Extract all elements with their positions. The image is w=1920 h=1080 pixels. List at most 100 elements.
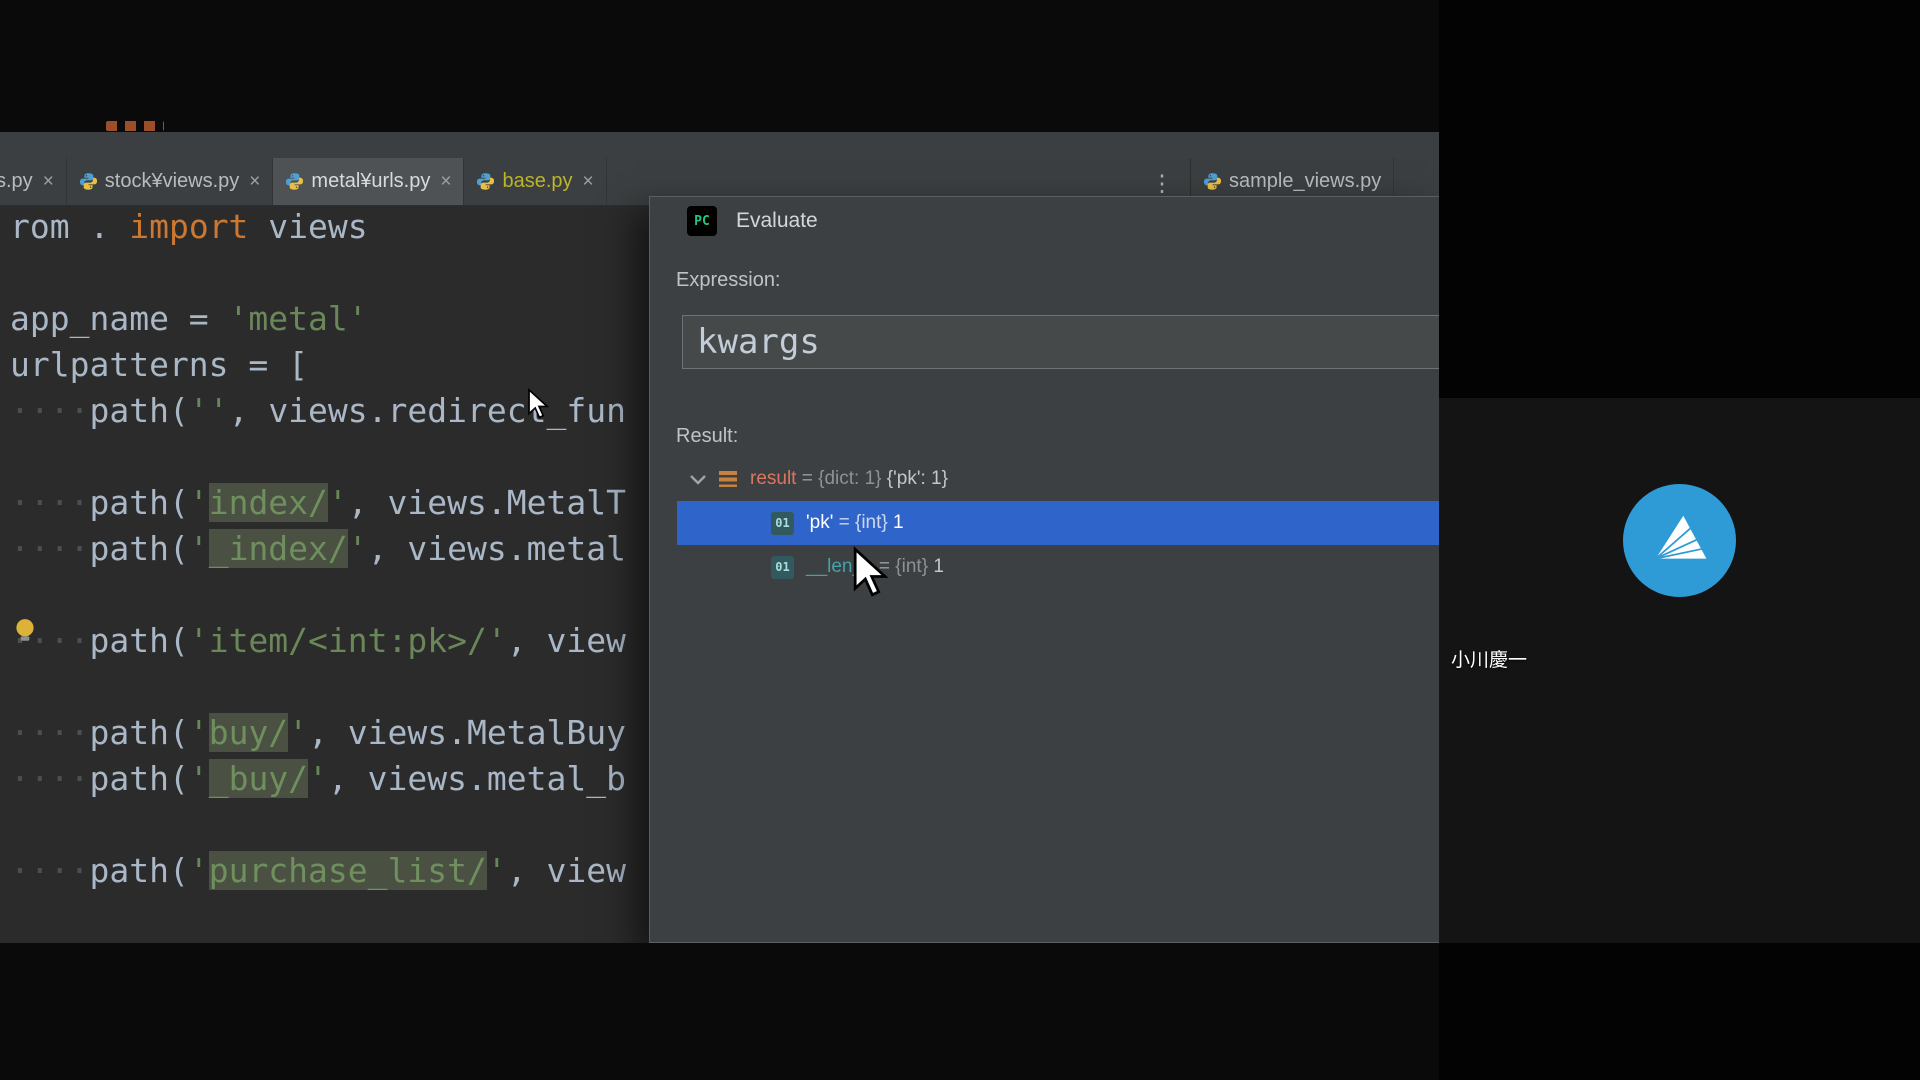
clipped-text-fragment bbox=[106, 121, 164, 131]
code-line[interactable] bbox=[10, 894, 626, 940]
code-segment: ' bbox=[308, 759, 328, 798]
intention-bulb-icon[interactable] bbox=[12, 617, 38, 650]
code-segment: , view bbox=[507, 851, 626, 890]
code-line[interactable]: ····path(' bbox=[10, 940, 626, 943]
code-segment: _buy/ bbox=[209, 759, 308, 798]
code-segment: ' bbox=[328, 483, 348, 522]
variable-type: {dict: 1} bbox=[818, 468, 887, 490]
code-segment: ' bbox=[189, 529, 209, 568]
tab-label: metal¥urls.py bbox=[311, 170, 430, 193]
code-line[interactable]: ····path('_buy/', views.metal_b bbox=[10, 756, 626, 802]
editor-tab-bar: s.py×stock¥views.py×metal¥urls.py×base.p… bbox=[0, 132, 1439, 206]
code-line[interactable] bbox=[10, 664, 626, 710]
code-segment: buy/ bbox=[209, 713, 288, 752]
result-label: Result: bbox=[676, 425, 738, 448]
tab-s.py[interactable]: s.py × bbox=[0, 158, 67, 205]
tree-row-result[interactable]: result = {dict: 1} {'pk': 1} bbox=[677, 457, 1439, 501]
variable-value: 1 bbox=[893, 512, 904, 534]
expression-input[interactable]: kwargs bbox=[682, 315, 1439, 369]
tree-row-pk[interactable]: 01'pk' = {int} 1 bbox=[677, 501, 1439, 545]
dialog-title: Evaluate bbox=[736, 209, 818, 233]
code-segment: purchase_list/ bbox=[209, 851, 487, 890]
equals-sign: = bbox=[833, 512, 855, 534]
code-segment: path( bbox=[89, 713, 188, 752]
code-segment: views bbox=[248, 207, 367, 246]
mouse-cursor bbox=[852, 546, 888, 604]
code-segment: path( bbox=[89, 759, 188, 798]
expression-value: kwargs bbox=[697, 322, 820, 362]
code-segment: ···· bbox=[10, 759, 89, 798]
code-segment: ' bbox=[189, 759, 209, 798]
code-line[interactable]: urlpatterns = [ bbox=[10, 342, 626, 388]
code-segment: path( bbox=[89, 391, 188, 430]
code-segment: '' bbox=[189, 391, 229, 430]
code-segment: rom . bbox=[10, 207, 129, 246]
result-tree: result = {dict: 1} {'pk': 1}01'pk' = {in… bbox=[677, 457, 1439, 589]
code-line[interactable]: app_name = 'metal' bbox=[10, 296, 626, 342]
tab-group-left: s.py×stock¥views.py×metal¥urls.py×base.p… bbox=[0, 158, 607, 205]
python-file-icon bbox=[1203, 172, 1222, 191]
expander-chevron-icon[interactable] bbox=[689, 474, 719, 485]
expression-label: Expression: bbox=[676, 269, 781, 292]
code-line[interactable]: ····path('item/<int:pk>/', view bbox=[10, 618, 626, 664]
code-segment: , views.redirect_fun bbox=[229, 391, 626, 430]
tab-close-icon[interactable]: × bbox=[249, 172, 260, 191]
tab-close-icon[interactable]: × bbox=[43, 172, 54, 191]
variable-type: {int} bbox=[855, 512, 893, 534]
code-line[interactable] bbox=[10, 250, 626, 296]
variable-type: {int} bbox=[895, 556, 933, 578]
code-segment: 'item/<int:pk>/' bbox=[189, 621, 507, 660]
dict-variable-icon bbox=[719, 471, 737, 487]
video-call-stage: s.py×stock¥views.py×metal¥urls.py×base.p… bbox=[0, 0, 1920, 1080]
code-segment: ···· bbox=[10, 851, 89, 890]
code-segment: , views.MetalBuy bbox=[308, 713, 626, 752]
code-line[interactable]: ····path('_index/', views.metal bbox=[10, 526, 626, 572]
int-variable-icon: 01 bbox=[771, 512, 794, 535]
code-segment: , views.MetalT bbox=[348, 483, 626, 522]
code-segment: ' bbox=[189, 713, 209, 752]
python-file-icon bbox=[285, 172, 304, 191]
screen-share-region: s.py×stock¥views.py×metal¥urls.py×base.p… bbox=[0, 132, 1439, 943]
equals-sign: = bbox=[796, 468, 818, 490]
code-line[interactable] bbox=[10, 434, 626, 480]
code-segment: , view bbox=[507, 621, 626, 660]
code-line[interactable]: ····path('index/', views.MetalT bbox=[10, 480, 626, 526]
tab-close-icon[interactable]: × bbox=[583, 172, 594, 191]
code-line[interactable] bbox=[10, 802, 626, 848]
code-segment: _index/ bbox=[209, 529, 348, 568]
code-line[interactable] bbox=[10, 572, 626, 618]
tab-label: stock¥views.py bbox=[105, 170, 240, 193]
code-segment: ···· bbox=[10, 391, 89, 430]
code-segment: ' bbox=[348, 529, 368, 568]
code-segment: path( bbox=[89, 483, 188, 522]
pycharm-logo-icon: PC bbox=[687, 206, 717, 236]
tab-close-icon[interactable]: × bbox=[440, 172, 451, 191]
python-file-icon bbox=[79, 172, 98, 191]
int-variable-icon: 01 bbox=[771, 556, 794, 579]
code-segment: path( bbox=[89, 529, 188, 568]
code-line[interactable]: ····path('buy/', views.MetalBuy bbox=[10, 710, 626, 756]
tab-label: s.py bbox=[0, 170, 33, 193]
code-segment: ' bbox=[189, 851, 209, 890]
python-file-icon bbox=[476, 172, 495, 191]
tree-row-__len__[interactable]: 01__len__ = {int} 1 bbox=[677, 545, 1439, 589]
code-segment: app_name = bbox=[10, 299, 229, 338]
code-segment: index/ bbox=[209, 483, 328, 522]
code-segment: , views.metal_b bbox=[328, 759, 626, 798]
code-segment: path( bbox=[89, 851, 188, 890]
code-line[interactable]: rom . import views bbox=[10, 204, 626, 250]
code-segment: urlpatterns = [ bbox=[10, 345, 308, 384]
code-segment: ···· bbox=[10, 713, 89, 752]
code-segment: ···· bbox=[10, 483, 89, 522]
variable-value: 1 bbox=[933, 556, 944, 578]
mouse-cursor-editor bbox=[527, 388, 549, 425]
tab-base.py[interactable]: base.py× bbox=[464, 158, 606, 205]
code-segment: 'metal' bbox=[229, 299, 368, 338]
tab-stock-views.py[interactable]: stock¥views.py × bbox=[67, 158, 274, 205]
tab-overflow-menu-icon[interactable]: ⋮ bbox=[1148, 168, 1176, 198]
code-line[interactable]: ····path('purchase_list/', view bbox=[10, 848, 626, 894]
code-segment: path( bbox=[89, 621, 188, 660]
tab-metal-urls.py[interactable]: metal¥urls.py × bbox=[273, 158, 464, 205]
variable-value: {'pk': 1} bbox=[887, 468, 948, 490]
code-editor[interactable]: rom . import viewsapp_name = 'metal'urlp… bbox=[0, 204, 626, 943]
